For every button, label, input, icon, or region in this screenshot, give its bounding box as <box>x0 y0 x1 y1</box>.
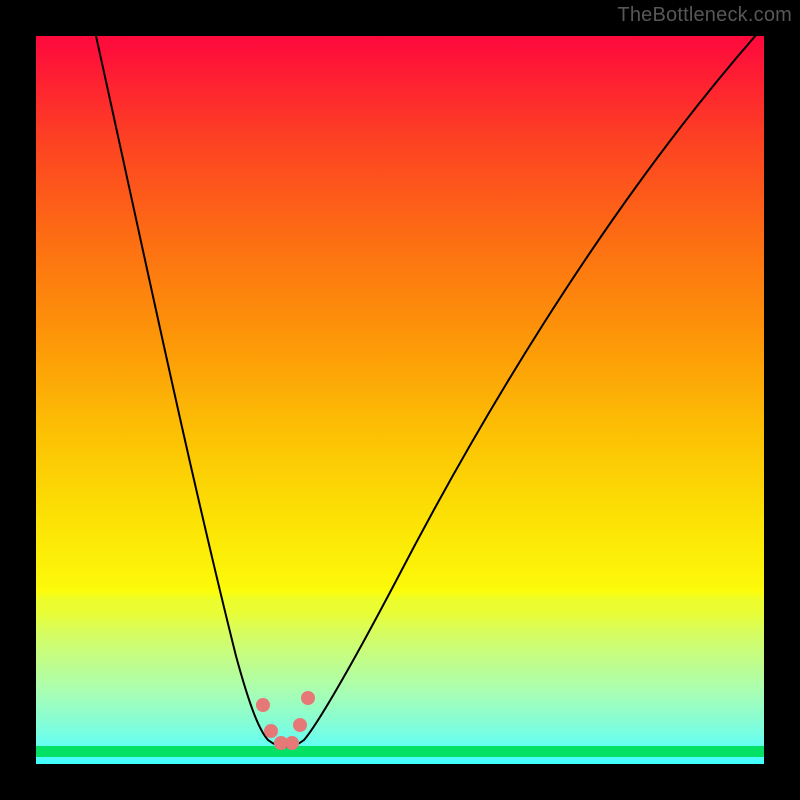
valley-dot <box>285 736 299 750</box>
chart-frame: TheBottleneck.com <box>0 0 800 800</box>
valley-dot <box>293 718 307 732</box>
curve-left-branch <box>96 36 268 740</box>
valley-dot <box>301 691 315 705</box>
valley-dots-group <box>256 691 315 750</box>
valley-dot <box>256 698 270 712</box>
valley-dot <box>264 724 278 738</box>
watermark-text: TheBottleneck.com <box>617 4 792 27</box>
plot-area <box>36 36 764 764</box>
bottleneck-curve <box>36 36 764 764</box>
curve-right-branch <box>304 36 764 740</box>
